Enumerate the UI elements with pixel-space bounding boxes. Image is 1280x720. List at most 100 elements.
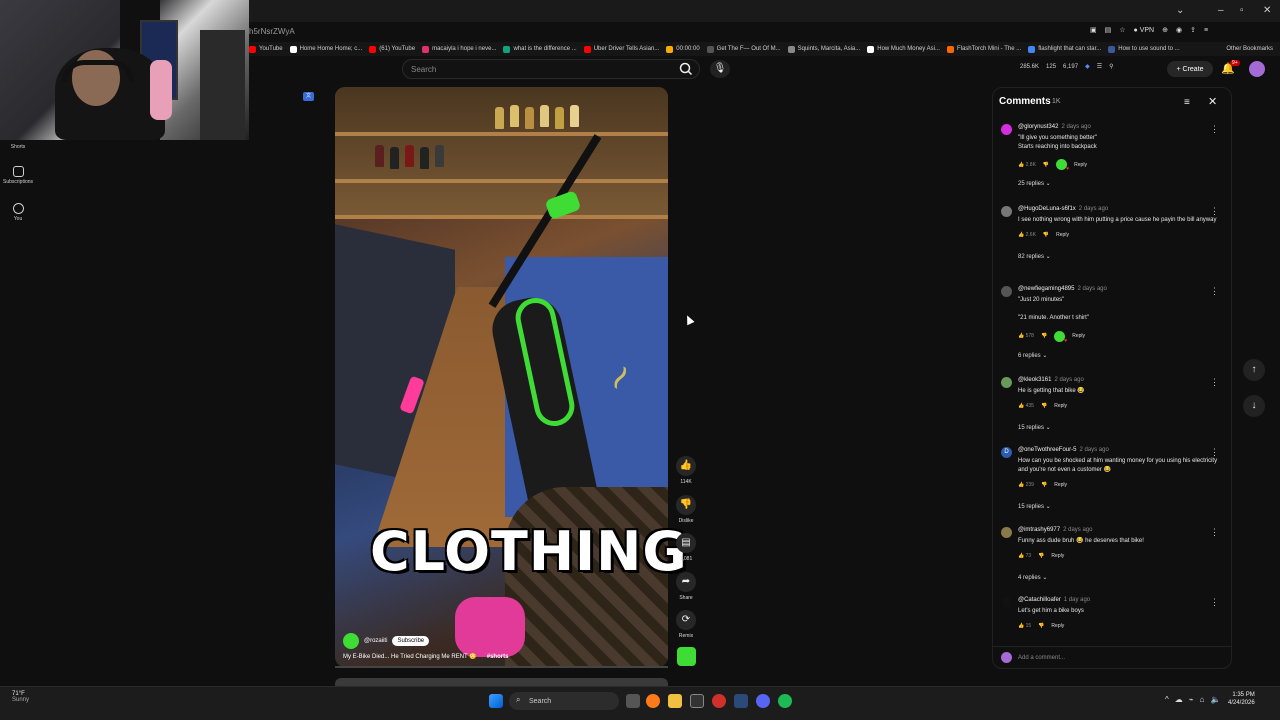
sidebar-item-subscriptions[interactable]: Subscriptions bbox=[0, 166, 36, 185]
comment-time[interactable]: 2 days ago bbox=[1054, 377, 1083, 383]
firefox-icon[interactable] bbox=[646, 694, 660, 708]
comment-time[interactable]: 1 day ago bbox=[1064, 597, 1090, 603]
reply-button[interactable]: Reply bbox=[1054, 403, 1067, 409]
reply-button[interactable]: Reply bbox=[1051, 623, 1064, 629]
onedrive-icon[interactable]: ☁ bbox=[1175, 695, 1183, 704]
sidebar-item-you[interactable]: You bbox=[0, 203, 36, 222]
channel-avatar[interactable] bbox=[343, 633, 359, 649]
avatar[interactable] bbox=[1001, 377, 1012, 388]
reply-button[interactable]: Reply bbox=[1056, 232, 1069, 238]
clock[interactable]: 1:35 PM 4/24/2026 bbox=[1228, 691, 1255, 708]
comment-time[interactable]: 2 days ago bbox=[1063, 527, 1092, 533]
share-icon[interactable]: ⇪ bbox=[1190, 26, 1196, 34]
add-comment-input[interactable]: Add a comment... bbox=[993, 646, 1231, 668]
comment-author[interactable]: @oneTwothreeFour-5 bbox=[1018, 447, 1076, 453]
pip-icon[interactable]: ▤ bbox=[1105, 26, 1112, 34]
menu-icon[interactable]: ≡ bbox=[1204, 27, 1208, 34]
comment-like-button[interactable]: 👍 435 bbox=[1018, 403, 1034, 409]
capcut-icon[interactable] bbox=[690, 694, 704, 708]
file-explorer-icon[interactable] bbox=[668, 694, 682, 708]
bookmark-item[interactable]: Uber Driver Tells Asian... bbox=[583, 45, 659, 53]
bookmark-item[interactable]: YouTube bbox=[249, 45, 283, 53]
avatar[interactable] bbox=[1001, 597, 1012, 608]
thumbs-down-icon[interactable]: 👎 bbox=[1043, 232, 1049, 238]
view-replies-button[interactable]: 25 replies ⌄ bbox=[1018, 180, 1051, 187]
other-bookmarks[interactable]: Other Bookmarks bbox=[1226, 46, 1273, 52]
remix-button[interactable]: ⟳ Remix bbox=[673, 610, 699, 639]
comment-like-button[interactable]: 👍 2.6K bbox=[1018, 232, 1036, 238]
bookmark-item[interactable]: Get The F— Out Of M... bbox=[706, 45, 781, 53]
avatar[interactable] bbox=[1001, 206, 1012, 217]
view-replies-button[interactable]: 15 replies ⌄ bbox=[1018, 503, 1051, 510]
thumbs-down-icon[interactable]: 👎 bbox=[1043, 162, 1049, 168]
more-options-icon[interactable]: ⋮ bbox=[1210, 447, 1219, 458]
reply-button[interactable]: Reply bbox=[1051, 553, 1064, 559]
comment-like-button[interactable]: 👍 15 bbox=[1018, 623, 1031, 629]
channel-name[interactable]: @rozaiiti bbox=[364, 638, 387, 644]
bookmark-item[interactable]: 00:00:00 bbox=[666, 45, 700, 53]
more-options-icon[interactable]: ⋮ bbox=[1210, 206, 1219, 217]
extensions-icon[interactable]: ⊕ bbox=[1162, 26, 1168, 34]
task-view-icon[interactable] bbox=[626, 694, 640, 708]
volume-icon[interactable]: 🔈 bbox=[1210, 695, 1220, 704]
comment-like-button[interactable]: 👍 73 bbox=[1018, 553, 1031, 559]
taskbar-search[interactable]: ⌕ Search bbox=[509, 692, 619, 710]
vpn-icon[interactable]: ● VPN bbox=[1134, 27, 1155, 34]
comment-time[interactable]: 2 days ago bbox=[1077, 286, 1106, 292]
bookmark-item[interactable]: flashlight that can star... bbox=[1028, 45, 1101, 53]
comment-author[interactable]: @kleok3161 bbox=[1018, 377, 1051, 383]
bookmark-item[interactable]: (61) YouTube bbox=[369, 45, 415, 53]
comment-time[interactable]: 2 days ago bbox=[1079, 206, 1108, 212]
translate-badge-icon[interactable]: 文 bbox=[303, 92, 314, 101]
comment-author[interactable]: @imtrashy6977 bbox=[1018, 527, 1060, 533]
list-icon[interactable]: ☰ bbox=[1097, 63, 1102, 70]
comment-author[interactable]: @glorynust342 bbox=[1018, 124, 1058, 130]
comments-button[interactable]: ▤ 1,081 bbox=[673, 533, 699, 562]
view-replies-button[interactable]: 82 replies ⌄ bbox=[1018, 253, 1051, 260]
star-icon[interactable]: ☆ bbox=[1119, 26, 1125, 34]
thumbs-down-icon[interactable]: 👎 bbox=[1041, 333, 1047, 339]
bookmark-item[interactable]: Squints, Marcita, Asia... bbox=[787, 45, 860, 53]
comment-like-button[interactable]: 👍 2.8K bbox=[1018, 162, 1036, 168]
share-button[interactable]: ➦ Share bbox=[673, 572, 699, 601]
minimize-icon[interactable]: – bbox=[1218, 5, 1224, 16]
view-replies-button[interactable]: 4 replies ⌄ bbox=[1018, 574, 1047, 581]
discord-icon[interactable] bbox=[756, 694, 770, 708]
thumbs-down-icon[interactable]: 👎 bbox=[1041, 482, 1047, 488]
comment-time[interactable]: 2 days ago bbox=[1079, 447, 1108, 453]
bookmark-item[interactable]: How to use sound to ... bbox=[1108, 45, 1180, 53]
view-replies-button[interactable]: 6 replies ⌄ bbox=[1018, 352, 1047, 359]
pin-icon[interactable]: ⚲ bbox=[1109, 63, 1113, 70]
avatar[interactable]: D bbox=[1001, 447, 1012, 458]
windows-start-icon[interactable] bbox=[489, 694, 503, 708]
more-options-icon[interactable]: ⋮ bbox=[1210, 377, 1219, 388]
chevron-up-icon[interactable]: ^ bbox=[1165, 695, 1169, 704]
reply-button[interactable]: Reply bbox=[1054, 482, 1067, 488]
usb-icon[interactable]: ⌁ bbox=[1189, 695, 1194, 704]
more-options-icon[interactable]: ⋮ bbox=[1210, 286, 1219, 297]
avatar[interactable] bbox=[1249, 61, 1265, 77]
hashtag-link[interactable]: #shorts bbox=[487, 654, 509, 660]
maximize-icon[interactable]: ▫ bbox=[1240, 5, 1244, 16]
weather-widget[interactable]: 71°F Sunny bbox=[12, 691, 29, 703]
video-progress-bar[interactable] bbox=[335, 666, 668, 668]
previous-short-button[interactable]: ↑ bbox=[1243, 359, 1265, 381]
thumbs-down-icon[interactable]: 👎 bbox=[1038, 553, 1044, 559]
search-button[interactable] bbox=[675, 61, 697, 77]
like-button[interactable]: 👍 114K bbox=[673, 456, 699, 485]
close-icon[interactable]: ✕ bbox=[1208, 95, 1217, 108]
avatar[interactable] bbox=[1001, 527, 1012, 538]
chevron-down-icon[interactable]: ⌄ bbox=[1176, 5, 1184, 16]
bookmark-item[interactable]: what is the difference ... bbox=[503, 45, 577, 53]
bookmark-item[interactable]: Home Home Home; c... bbox=[289, 45, 362, 53]
reply-button[interactable]: Reply bbox=[1074, 162, 1087, 168]
comment-like-button[interactable]: 👍 578 bbox=[1018, 333, 1034, 339]
comment-author[interactable]: @Catachilloafer bbox=[1018, 597, 1061, 603]
comment-author[interactable]: @HugoDeLuna-s6f1x bbox=[1018, 206, 1076, 212]
screenshot-icon[interactable]: ▣ bbox=[1090, 26, 1097, 34]
network-icon[interactable]: ⌂ bbox=[1200, 695, 1205, 704]
steam-icon[interactable] bbox=[734, 694, 748, 708]
comment-time[interactable]: 2 days ago bbox=[1061, 124, 1090, 130]
address-bar-url[interactable]: h5rNsrZWyA bbox=[249, 27, 295, 36]
comment-author[interactable]: @newfiegaming4895 bbox=[1018, 286, 1074, 292]
